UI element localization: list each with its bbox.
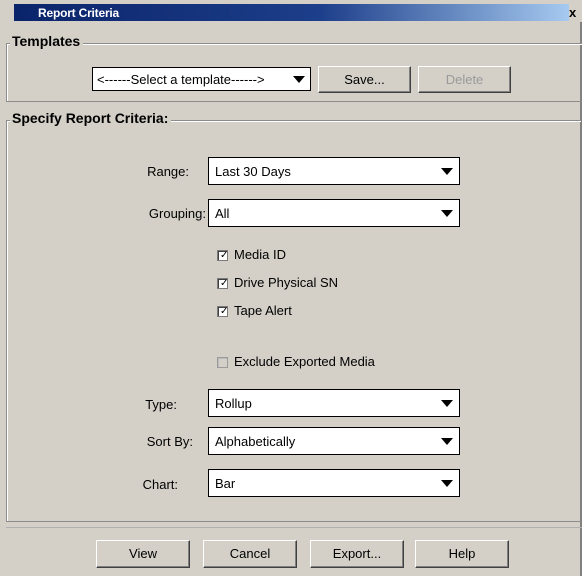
tape-alert-label: Tape Alert — [234, 303, 292, 318]
chevron-down-icon — [441, 438, 453, 445]
range-select[interactable]: Last 30 Days — [208, 157, 460, 185]
media-id-checkbox[interactable]: ✓ — [217, 250, 228, 261]
close-button[interactable]: x — [569, 4, 582, 21]
separator — [6, 527, 582, 528]
grouping-select[interactable]: All — [208, 199, 460, 227]
drive-physical-sn-checkbox[interactable]: ✓ — [217, 278, 228, 289]
sort-by-select-value: Alphabetically — [215, 434, 296, 449]
templates-legend: Templates — [10, 33, 84, 49]
chart-select[interactable]: Bar — [208, 469, 460, 497]
grouping-select-value: All — [215, 206, 230, 221]
exclude-exported-media-label: Exclude Exported Media — [234, 354, 375, 369]
dialog-title: Report Criteria — [38, 6, 120, 20]
type-label: Type: — [145, 397, 177, 412]
drive-physical-sn-label: Drive Physical SN — [234, 275, 339, 290]
template-select[interactable]: <------Select a template------> — [92, 67, 311, 91]
media-id-label: Media ID — [234, 247, 287, 262]
grouping-label: Grouping: — [148, 206, 206, 221]
chevron-down-icon — [441, 210, 453, 217]
chart-label: Chart: — [142, 477, 178, 492]
report-criteria-legend: Specify Report Criteria: — [10, 110, 172, 126]
chart-select-value: Bar — [215, 476, 236, 491]
chevron-down-icon — [441, 480, 453, 487]
range-label: Range: — [147, 164, 189, 179]
sort-by-select[interactable]: Alphabetically — [208, 427, 460, 455]
help-button[interactable]: Help — [415, 540, 509, 568]
chevron-down-icon — [293, 76, 305, 83]
type-select-value: Rollup — [215, 396, 252, 411]
chevron-down-icon — [441, 400, 453, 407]
save-template-button[interactable]: Save... — [318, 66, 411, 93]
template-select-value: <------Select a template------> — [97, 72, 265, 87]
cancel-button[interactable]: Cancel — [203, 540, 297, 568]
range-select-value: Last 30 Days — [215, 164, 291, 179]
chevron-down-icon — [441, 168, 453, 175]
type-select[interactable]: Rollup — [208, 389, 460, 417]
report-criteria-dialog: Report Criteria x Templates <------Selec… — [0, 0, 582, 576]
tape-alert-checkbox[interactable]: ✓ — [217, 306, 228, 317]
exclude-exported-media-checkbox[interactable] — [217, 357, 228, 368]
view-button[interactable]: View — [96, 540, 190, 568]
title-bar: Report Criteria x — [0, 0, 582, 22]
sort-by-label: Sort By: — [146, 434, 193, 449]
delete-template-button[interactable]: Delete — [418, 66, 511, 93]
export-button[interactable]: Export... — [310, 540, 404, 568]
